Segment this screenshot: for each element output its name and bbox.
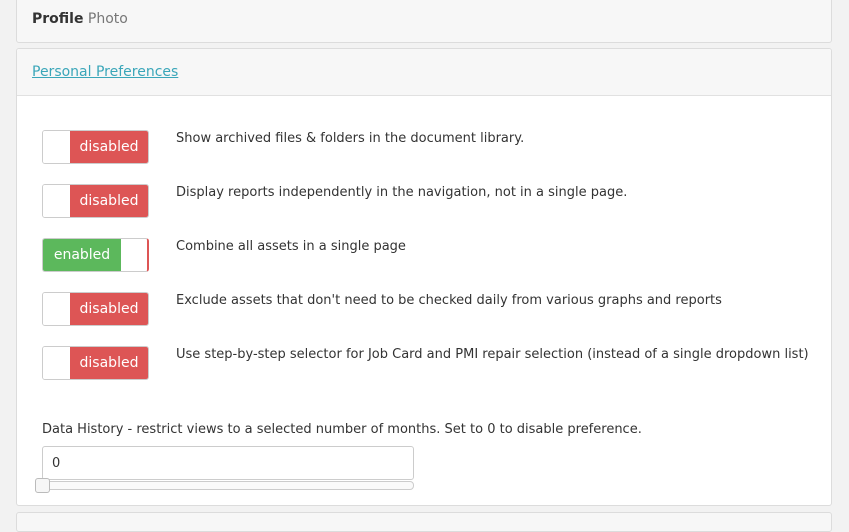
profile-photo-panel: Profile Photo bbox=[16, 0, 832, 43]
profile-title-sub: Photo bbox=[87, 11, 128, 27]
pref-text-combine-assets: Combine all assets in a single page bbox=[176, 239, 406, 254]
pref-row-combine-assets: enabled Combine all assets in a single p… bbox=[17, 238, 831, 274]
toggle-handle bbox=[43, 347, 72, 379]
toggle-state-label: disabled bbox=[70, 131, 148, 163]
pref-row-archived: disabled Show archived files & folders i… bbox=[17, 130, 831, 166]
toggle-handle bbox=[43, 131, 72, 163]
toggle-handle bbox=[43, 185, 72, 217]
data-history-label: Data History - restrict views to a selec… bbox=[42, 422, 642, 437]
pref-text-archived: Show archived files & folders in the doc… bbox=[176, 131, 525, 146]
profile-title-bold: Profile bbox=[32, 11, 84, 27]
personal-preferences-header: Personal Preferences bbox=[17, 49, 831, 96]
pref-row-step-selector: disabled Use step-by-step selector for J… bbox=[17, 346, 831, 382]
data-history-input[interactable] bbox=[42, 446, 414, 480]
personal-preferences-panel: Personal Preferences disabled Show archi… bbox=[16, 48, 832, 506]
data-history-slider[interactable] bbox=[35, 478, 414, 493]
reports-independent-toggle[interactable]: disabled bbox=[42, 184, 149, 218]
pref-text-step-selector: Use step-by-step selector for Job Card a… bbox=[176, 347, 809, 362]
slider-thumb[interactable] bbox=[35, 478, 50, 493]
profile-photo-title[interactable]: Profile Photo bbox=[32, 11, 128, 27]
toggle-state-label: disabled bbox=[70, 185, 148, 217]
exclude-assets-toggle[interactable]: disabled bbox=[42, 292, 149, 326]
personal-preferences-link[interactable]: Personal Preferences bbox=[32, 64, 178, 80]
pref-text-exclude-assets: Exclude assets that don't need to be che… bbox=[176, 293, 722, 308]
pref-row-reports: disabled Display reports independently i… bbox=[17, 184, 831, 220]
next-panel bbox=[16, 512, 832, 532]
archived-files-toggle[interactable]: disabled bbox=[42, 130, 149, 164]
toggle-handle bbox=[43, 293, 72, 325]
step-selector-toggle[interactable]: disabled bbox=[42, 346, 149, 380]
pref-row-exclude-assets: disabled Exclude assets that don't need … bbox=[17, 292, 831, 328]
toggle-state-label: disabled bbox=[70, 347, 148, 379]
toggle-handle bbox=[118, 239, 147, 271]
toggle-state-label: disabled bbox=[70, 293, 148, 325]
toggle-state-label: enabled bbox=[43, 239, 121, 271]
pref-text-reports: Display reports independently in the nav… bbox=[176, 185, 628, 200]
combine-assets-toggle[interactable]: enabled bbox=[42, 238, 149, 272]
